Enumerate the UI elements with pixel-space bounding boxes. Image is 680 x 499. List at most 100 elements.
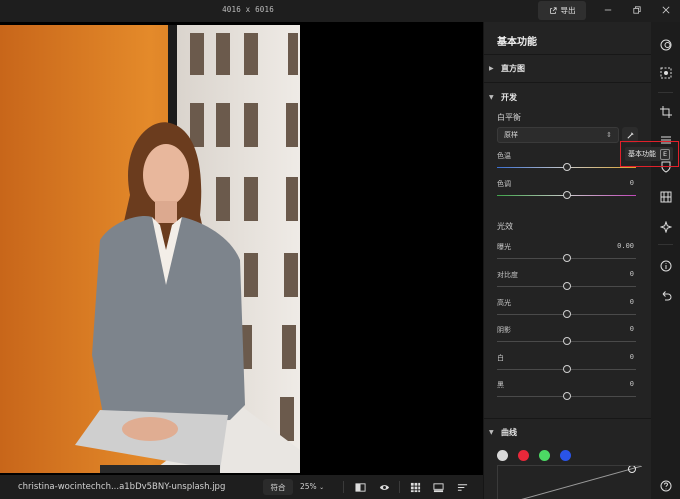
selection-tool[interactable] <box>658 65 673 80</box>
dashed-square-icon <box>660 67 671 78</box>
photo-preview <box>0 25 300 473</box>
tooltip-highlight: 基本功能 E <box>620 141 679 167</box>
blacks-thumb[interactable] <box>563 392 571 400</box>
info-icon <box>660 260 671 271</box>
curve-channel-green[interactable] <box>539 450 550 461</box>
chevron-down-icon: ▼ <box>489 429 494 436</box>
presets-tool[interactable] <box>658 37 673 52</box>
white-balance-heading: 白平衡 <box>497 113 521 122</box>
zoom-value: 25% <box>300 482 317 491</box>
title-bar: 4016 x 6016 导出 <box>0 0 680 22</box>
image-dimensions: 4016 x 6016 <box>222 5 274 14</box>
fit-button[interactable]: 符合 <box>263 479 293 495</box>
close-button[interactable] <box>659 3 673 17</box>
status-bar: christina-wocintechch...a1bDv5BNY-unspla… <box>0 475 483 499</box>
tone-curve-graph[interactable] <box>497 465 642 499</box>
shadows-value: 0 <box>629 325 634 333</box>
highlights-label: 高光 <box>497 299 511 307</box>
grid-icon <box>410 482 420 492</box>
histogram-label: 直方图 <box>501 64 525 73</box>
blacks-label: 黑 <box>497 381 504 389</box>
tool-strip <box>651 22 680 499</box>
divider <box>658 244 673 245</box>
curve-channel-red[interactable] <box>518 450 529 461</box>
sort-button[interactable] <box>455 480 469 494</box>
exposure-value: 0.00 <box>617 242 634 250</box>
eye-icon <box>379 484 389 490</box>
crop-icon <box>659 105 672 118</box>
divider <box>399 481 400 493</box>
contrast-value: 0 <box>629 270 634 278</box>
effects-tool[interactable] <box>658 219 673 234</box>
divider <box>484 54 651 55</box>
divider <box>484 82 651 83</box>
histogram-section-header[interactable]: ▶ 直方图 <box>489 63 525 74</box>
chevron-down-icon: ▼ <box>489 94 494 101</box>
info-tool[interactable] <box>658 258 673 273</box>
split-view-icon <box>354 482 366 492</box>
filmstrip-button[interactable] <box>431 480 445 494</box>
zoom-dropdown[interactable]: 25% ⌄ <box>300 482 324 491</box>
compare-button[interactable] <box>353 480 367 494</box>
curves-section-header[interactable]: ▼ 曲线 <box>489 427 517 438</box>
tint-value: 0 <box>629 179 634 187</box>
file-name: christina-wocintechch...a1bDv5BNY-unspla… <box>18 482 226 492</box>
export-icon <box>549 6 557 14</box>
preview-toggle[interactable] <box>377 480 391 494</box>
shadows-thumb[interactable] <box>563 337 571 345</box>
crop-tool[interactable] <box>658 104 673 119</box>
sparkle-icon <box>659 220 672 233</box>
circles-icon <box>660 39 671 50</box>
temperature-thumb[interactable] <box>563 163 571 171</box>
restore-icon <box>633 6 641 14</box>
highlights-value: 0 <box>629 298 634 306</box>
undo-icon <box>662 290 671 300</box>
develop-section-header[interactable]: ▼ 开发 <box>489 92 517 103</box>
divider <box>484 418 651 419</box>
export-label: 导出 <box>560 6 576 15</box>
divider <box>343 481 344 493</box>
frame-grid-icon <box>660 191 671 202</box>
exposure-label: 曝光 <box>497 243 511 251</box>
light-heading: 光效 <box>497 222 513 231</box>
chevron-updown-icon: ⇕ <box>606 131 612 139</box>
close-icon <box>662 6 670 14</box>
curve-channel-luma[interactable] <box>497 450 508 461</box>
export-button[interactable]: 导出 <box>538 1 586 20</box>
restore-button[interactable] <box>630 3 644 17</box>
exposure-thumb[interactable] <box>563 254 571 262</box>
chevron-right-icon: ▶ <box>489 65 494 72</box>
tooltip: 基本功能 E <box>625 147 674 161</box>
highlights-thumb[interactable] <box>563 310 571 318</box>
adjustments-panel: 基本功能 ▶ 直方图 ▼ 开发 白平衡 原样 ⇕ 色温 色调 0 光效 曝光 0… <box>483 22 651 499</box>
chevron-down-icon: ⌄ <box>319 484 325 491</box>
tooltip-shortcut: E <box>660 148 671 160</box>
help-icon <box>660 480 671 491</box>
contrast-thumb[interactable] <box>563 282 571 290</box>
sort-lines-icon <box>457 483 467 491</box>
minimize-icon <box>604 9 612 11</box>
whites-thumb[interactable] <box>563 365 571 373</box>
whites-label: 白 <box>497 354 504 362</box>
grid-view-button[interactable] <box>408 480 422 494</box>
minimize-button[interactable] <box>601 3 615 17</box>
curve-channel-blue[interactable] <box>560 450 571 461</box>
filmstrip-icon <box>432 482 444 492</box>
eyedropper-icon <box>626 131 634 139</box>
image-canvas[interactable] <box>0 22 483 475</box>
tooltip-label: 基本功能 <box>628 150 656 158</box>
help-tool[interactable] <box>658 478 673 493</box>
divider <box>658 92 673 93</box>
white-balance-select[interactable]: 原样 ⇕ <box>497 127 619 143</box>
tint-label: 色调 <box>497 180 511 188</box>
blacks-value: 0 <box>629 380 634 388</box>
white-balance-value: 原样 <box>504 131 518 139</box>
lens-tool[interactable] <box>658 189 673 204</box>
shadows-label: 阴影 <box>497 326 511 334</box>
tint-thumb[interactable] <box>563 191 571 199</box>
panel-title: 基本功能 <box>497 37 537 48</box>
history-tool[interactable] <box>658 287 673 302</box>
temperature-label: 色温 <box>497 152 511 160</box>
whites-value: 0 <box>629 353 634 361</box>
curves-label: 曲线 <box>501 428 517 437</box>
